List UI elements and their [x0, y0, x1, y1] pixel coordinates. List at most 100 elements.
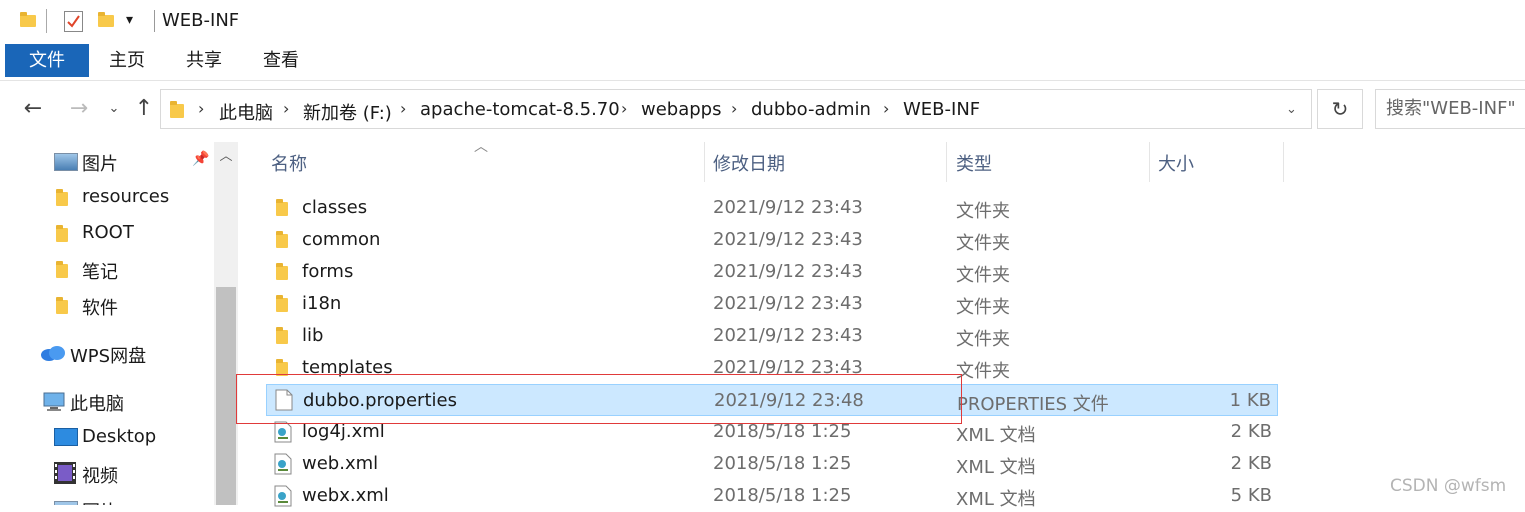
column-divider[interactable] — [704, 142, 705, 182]
xml-file-icon — [274, 421, 292, 448]
file-type: 文件夹 — [956, 361, 1010, 382]
sidebar-item-label: 图片 — [82, 154, 118, 175]
sidebar-item-this-pc[interactable]: 此电脑 — [0, 386, 214, 416]
breadcrumb-item[interactable]: apache-tomcat-8.5.70 — [420, 99, 620, 120]
file-type: PROPERTIES 文件 — [957, 394, 1109, 415]
up-button[interactable]: ↑ — [131, 96, 157, 121]
file-type: XML 文档 — [956, 489, 1036, 510]
column-header-size[interactable]: 大小 — [1158, 150, 1194, 176]
title-bar: ▾ WEB-INF — [0, 0, 1525, 44]
computer-icon — [42, 392, 66, 417]
folder-icon — [56, 224, 72, 242]
breadcrumb-separator: › — [621, 99, 628, 118]
sidebar-item-wps-cloud[interactable]: WPS网盘 — [0, 338, 214, 368]
folder-icon — [274, 327, 290, 344]
file-name: classes — [302, 197, 368, 218]
breadcrumb-item[interactable]: WEB-INF — [903, 99, 980, 120]
file-name: lib — [302, 325, 324, 346]
sidebar-item-label: 图片 — [82, 498, 118, 505]
pictures-icon — [54, 501, 78, 505]
file-row[interactable]: forms 2021/9/12 23:43 文件夹 — [266, 256, 1278, 288]
desktop-icon — [54, 428, 78, 446]
file-size: 2 KB — [1230, 421, 1272, 442]
column-header-type[interactable]: 类型 — [956, 150, 992, 176]
refresh-button[interactable]: ↻ — [1317, 89, 1363, 129]
folder-icon — [56, 260, 72, 278]
xml-file-icon — [274, 485, 292, 512]
refresh-icon: ↻ — [1331, 97, 1349, 121]
file-type: XML 文档 — [956, 425, 1036, 446]
column-header-date[interactable]: 修改日期 — [713, 150, 785, 176]
file-row[interactable]: webx.xml 2018/5/18 1:25 XML 文档 5 KB — [266, 480, 1278, 512]
sidebar-item-label: ROOT — [82, 222, 134, 243]
scroll-thumb[interactable] — [216, 287, 236, 505]
file-date: 2018/5/18 1:25 — [713, 485, 852, 506]
file-size: 1 KB — [1229, 390, 1271, 411]
breadcrumb-item[interactable]: 新加卷 (F:) — [303, 99, 392, 125]
folder-icon — [170, 100, 188, 118]
sidebar-item-label: 视频 — [82, 466, 118, 487]
customize-toolbar-icon[interactable]: ▾ — [126, 12, 133, 28]
column-divider[interactable] — [1283, 142, 1284, 182]
tab-share[interactable]: 共享 — [174, 44, 234, 77]
file-row[interactable]: web.xml 2018/5/18 1:25 XML 文档 2 KB — [266, 448, 1278, 480]
sidebar-item-pictures-2[interactable]: 图片 — [0, 494, 214, 505]
sidebar-item-pictures[interactable]: 图片 📌 — [0, 146, 214, 176]
sidebar-item-resources[interactable]: resources — [0, 182, 214, 212]
forward-button[interactable]: → — [66, 96, 92, 121]
title-divider — [154, 10, 155, 32]
annotation-highlight-box — [236, 374, 962, 424]
file-type: 文件夹 — [956, 297, 1010, 318]
folder-icon — [274, 199, 290, 216]
column-divider[interactable] — [946, 142, 947, 182]
breadcrumb-item[interactable]: 此电脑 — [219, 99, 273, 125]
file-name: forms — [302, 261, 354, 282]
new-folder-icon[interactable] — [98, 12, 116, 28]
folder-icon — [56, 188, 72, 206]
tab-file[interactable]: 文件 — [5, 44, 89, 77]
breadcrumb-separator: › — [883, 99, 890, 118]
sidebar-item-label: 此电脑 — [70, 394, 124, 415]
file-type: 文件夹 — [956, 201, 1010, 222]
sidebar-item-label: 笔记 — [82, 262, 118, 283]
sidebar-item-notes[interactable]: 笔记 — [0, 254, 214, 284]
folder-icon — [274, 263, 290, 280]
recent-locations-button[interactable]: ⌄ — [101, 101, 127, 116]
scroll-up-button[interactable]: ︿ — [214, 144, 238, 170]
breadcrumb-item[interactable]: webapps — [641, 99, 721, 120]
tab-view[interactable]: 查看 — [251, 44, 311, 77]
file-row[interactable]: lib 2021/9/12 23:43 文件夹 — [266, 320, 1278, 352]
file-date: 2021/9/12 23:43 — [713, 261, 863, 282]
properties-icon[interactable] — [64, 11, 83, 32]
file-type: 文件夹 — [956, 265, 1010, 286]
breadcrumb-item[interactable]: dubbo-admin — [751, 99, 871, 120]
sidebar-item-root[interactable]: ROOT — [0, 218, 214, 248]
sort-ascending-icon: ︿ — [474, 139, 488, 155]
file-size: 5 KB — [1230, 485, 1272, 506]
pin-icon[interactable]: 📌 — [192, 151, 209, 167]
file-type: 文件夹 — [956, 329, 1010, 350]
folder-icon — [274, 295, 290, 312]
toolbar-divider — [46, 9, 47, 33]
sidebar-item-software[interactable]: 软件 — [0, 290, 214, 320]
file-size: 2 KB — [1230, 453, 1272, 474]
pictures-icon — [54, 153, 78, 171]
sidebar-item-label: Desktop — [82, 426, 157, 447]
column-divider[interactable] — [1149, 142, 1150, 182]
column-header-name[interactable]: 名称 — [271, 150, 307, 176]
breadcrumb-separator: › — [198, 99, 205, 118]
back-button[interactable]: ← — [20, 96, 46, 121]
sidebar-item-label: 软件 — [82, 298, 118, 319]
file-name: i18n — [302, 293, 342, 314]
file-row[interactable]: classes 2021/9/12 23:43 文件夹 — [266, 192, 1278, 224]
file-name: webx.xml — [302, 485, 389, 506]
search-input[interactable]: 搜索"WEB-INF" — [1375, 89, 1525, 129]
file-row[interactable]: common 2021/9/12 23:43 文件夹 — [266, 224, 1278, 256]
sidebar-item-videos[interactable]: 视频 — [0, 458, 214, 488]
address-dropdown-icon[interactable]: ⌄ — [1286, 102, 1297, 117]
tab-home[interactable]: 主页 — [97, 44, 157, 77]
file-date: 2018/5/18 1:25 — [713, 453, 852, 474]
file-row[interactable]: i18n 2021/9/12 23:43 文件夹 — [266, 288, 1278, 320]
xml-file-icon — [274, 453, 292, 480]
sidebar-item-desktop[interactable]: Desktop — [0, 422, 214, 452]
